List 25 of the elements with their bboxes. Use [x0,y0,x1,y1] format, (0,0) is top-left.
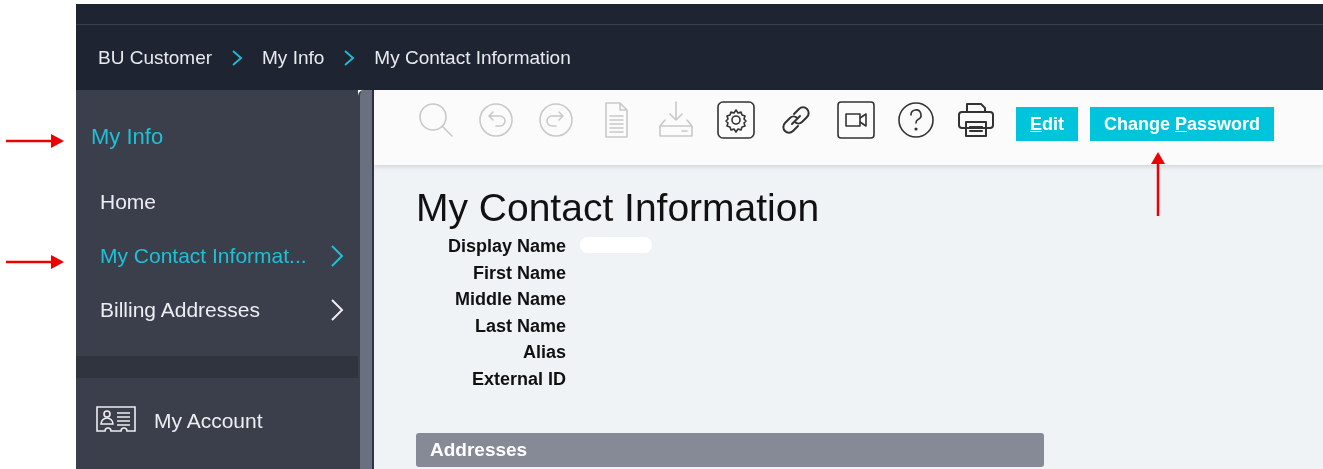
video-icon[interactable] [836,100,876,140]
scrollbar[interactable] [358,90,372,469]
field-label: Display Name [446,235,566,258]
sidebar-item[interactable]: My Account [76,378,358,436]
chevron-icon [342,49,357,66]
field-label: Middle Name [453,288,566,312]
page-title: My Contact Information [416,187,821,229]
arrow-annotation [1150,152,1166,216]
sidebar-item[interactable]: Billing Addresses [76,283,358,337]
field-label: Alias [521,341,566,365]
sidebar-item[interactable]: Home [76,175,358,229]
arrow-annotation [6,133,64,149]
breadcrumb-item[interactable]: BU Customer [98,46,213,69]
breadcrumb-item[interactable]: My Contact Information [374,46,571,69]
chevron-icon [230,49,245,66]
breadcrumb-item[interactable]: My Info [262,46,325,69]
help-icon[interactable] [896,100,936,140]
field-label: First Name [471,261,566,285]
printer-icon[interactable] [956,100,996,140]
settings-icon[interactable] [716,100,756,140]
arrow-annotation [6,254,64,270]
sidebar-section-title[interactable]: My Info [76,90,358,175]
sidebar-item[interactable]: My Contact Informat... [76,229,358,283]
field-label: External ID [470,367,566,391]
field-label: Last Name [473,314,566,338]
